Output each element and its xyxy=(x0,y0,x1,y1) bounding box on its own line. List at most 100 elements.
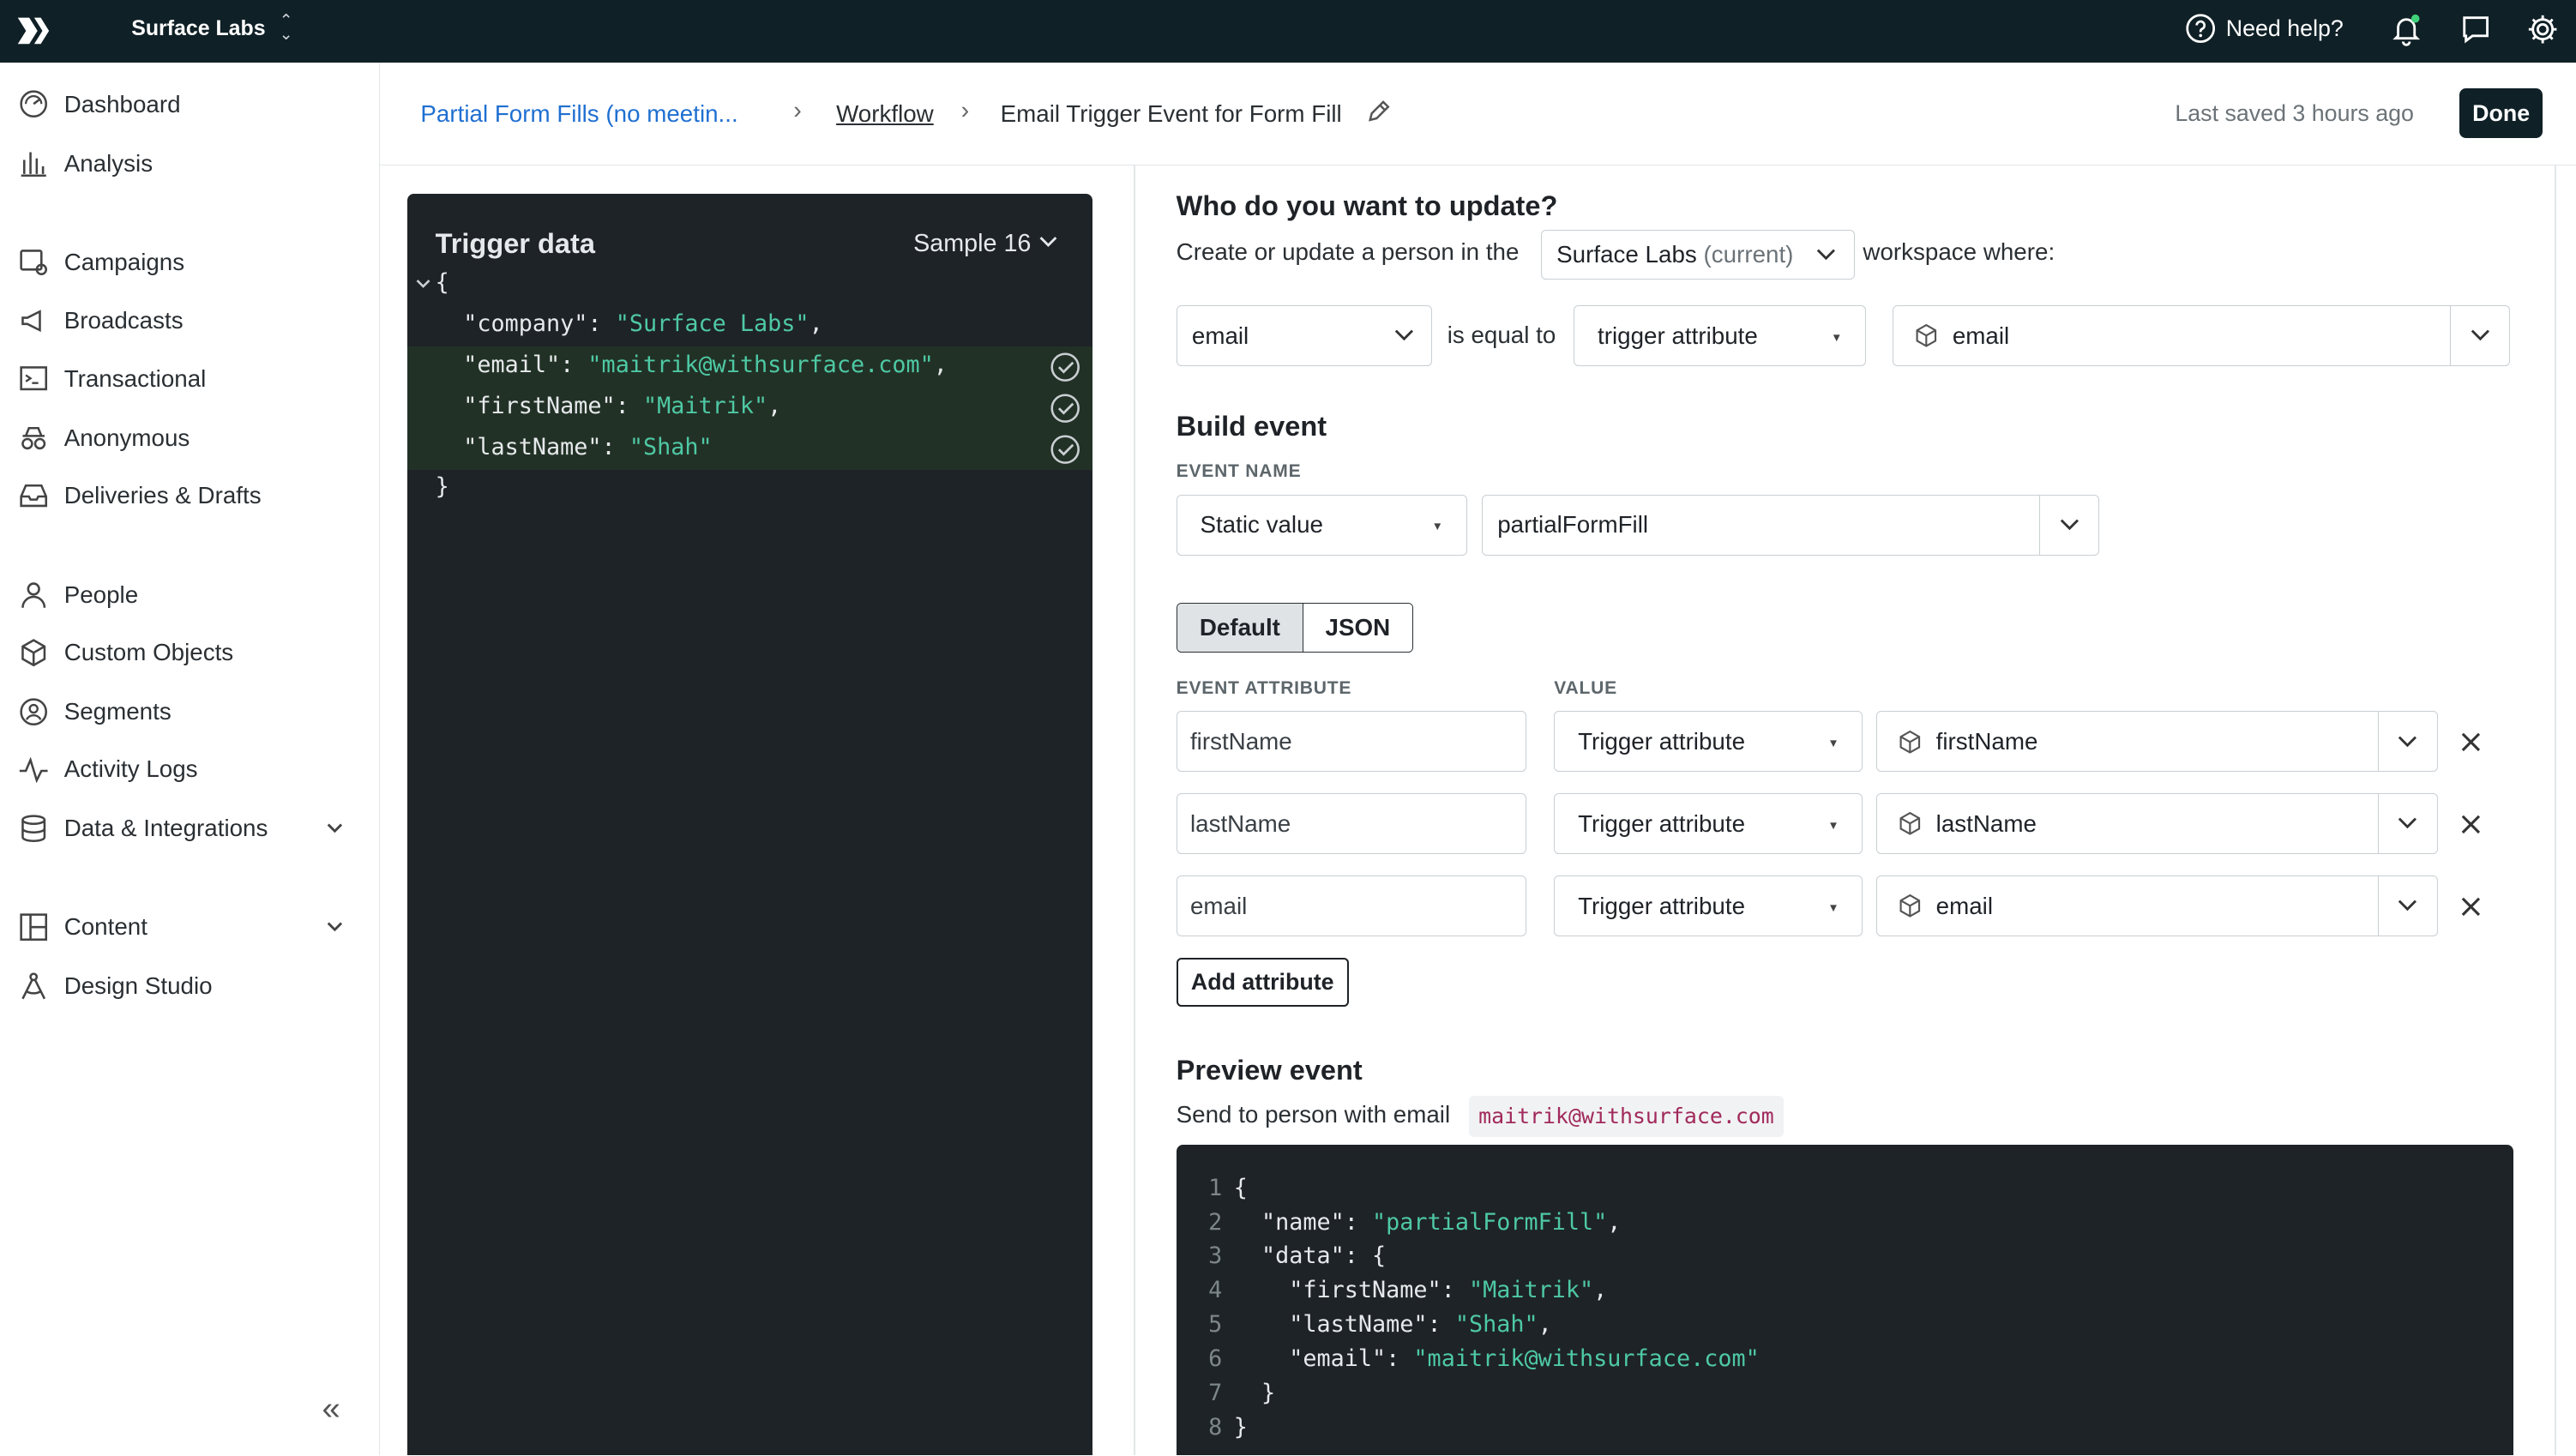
cube-icon xyxy=(1899,812,1920,836)
json-key: "company" xyxy=(463,310,588,338)
line-number: 6 xyxy=(1208,1345,1223,1372)
code-line: "lastName": "Shah", xyxy=(1233,1311,1552,1339)
trigger-data-title: Trigger data xyxy=(435,228,595,260)
sidebar-item-design-studio[interactable]: Design Studio xyxy=(18,971,363,1002)
attribute-source-value: Trigger attribute xyxy=(1578,809,1746,837)
json-row[interactable]: "lastName": "Shah" xyxy=(463,434,712,460)
attribute-value-dropdown-toggle[interactable] xyxy=(2377,876,2437,936)
chat-icon[interactable] xyxy=(2459,13,2492,45)
sidebar-item-transactional[interactable]: Transactional xyxy=(18,363,363,394)
code-line: } xyxy=(1233,1379,1276,1406)
add-attribute-button[interactable]: Add attribute xyxy=(1176,957,1349,1008)
remove-attribute-icon[interactable] xyxy=(2459,731,2483,754)
remove-attribute-icon[interactable] xyxy=(2459,895,2483,918)
event-name-mode-value: Static value xyxy=(1200,511,1323,538)
chevron-down-icon[interactable] xyxy=(323,915,346,938)
database-icon xyxy=(21,815,46,843)
deliveries-icon xyxy=(20,484,48,508)
sidebar-item-activity-logs[interactable]: Activity Logs xyxy=(18,754,363,785)
attribute-value-select[interactable]: firstName xyxy=(1875,711,2438,773)
code-line: "email": "maitrik@withsurface.com" xyxy=(1233,1345,1760,1372)
json-row[interactable]: "email": "maitrik@withsurface.com", xyxy=(463,352,948,378)
identifier-field-select[interactable]: email xyxy=(1176,305,1433,367)
analysis-icon xyxy=(21,152,46,177)
json-row[interactable]: "firstName": "Maitrik", xyxy=(463,393,781,419)
people-icon xyxy=(21,582,46,609)
scrollbar-track[interactable] xyxy=(2554,165,2556,1456)
help-icon xyxy=(2186,14,2215,44)
sample-selector[interactable]: Sample 16 xyxy=(913,230,1059,258)
attribute-source-select[interactable]: Trigger attribute ▼ xyxy=(1554,793,1863,855)
campaigns-icon xyxy=(20,250,48,276)
breadcrumb-separator-icon: › xyxy=(793,97,802,124)
gear-icon[interactable] xyxy=(2526,13,2559,45)
attribute-name-input[interactable]: email xyxy=(1176,875,1526,936)
attribute-value: firstName xyxy=(1935,727,2038,755)
bell-icon[interactable] xyxy=(2390,13,2423,46)
source-select[interactable]: trigger attribute ▼ xyxy=(1574,305,1867,367)
breadcrumb-workflow[interactable]: Workflow xyxy=(836,100,934,128)
chevron-down-icon[interactable] xyxy=(323,816,346,839)
attribute-source-select[interactable]: Trigger attribute ▼ xyxy=(1554,711,1863,773)
attribute-value-dropdown-toggle[interactable] xyxy=(2377,794,2437,854)
json-close-brace: } xyxy=(435,472,449,500)
code-line: } xyxy=(1233,1413,1248,1441)
logo-icon[interactable] xyxy=(13,11,52,51)
chevron-down-icon xyxy=(2471,329,2489,341)
who-text-after: workspace where: xyxy=(1863,238,2055,265)
sidebar-item-people[interactable]: People xyxy=(18,580,363,611)
tab-default[interactable]: Default xyxy=(1177,604,1304,652)
tab-json[interactable]: JSON xyxy=(1303,604,1412,652)
remove-attribute-icon[interactable] xyxy=(2459,813,2483,836)
sidebar-item-deliveries[interactable]: Deliveries & Drafts xyxy=(18,479,363,510)
cube-icon xyxy=(1899,894,1920,918)
sidebar-item-custom-objects[interactable]: Custom Objects xyxy=(18,637,363,668)
attribute-source-select[interactable]: Trigger attribute ▼ xyxy=(1554,875,1863,936)
value-col-label: VALUE xyxy=(1554,678,1617,699)
sidebar-item-content[interactable]: Content xyxy=(18,912,363,942)
json-key: "firstName" xyxy=(463,392,616,419)
breadcrumb-campaign[interactable]: Partial Form Fills (no meetin... xyxy=(420,100,737,128)
attribute-value-select[interactable]: lastName xyxy=(1875,793,2438,855)
top-bar: Surface Labs ⌃ ⌄ Need help? xyxy=(0,0,2576,63)
attribute-select[interactable]: email xyxy=(1892,305,2511,367)
json-value: "Shah" xyxy=(629,433,713,460)
chevron-down-icon xyxy=(2398,736,2417,747)
sidebar-item-broadcasts[interactable]: Broadcasts xyxy=(18,305,363,336)
sample-label: Sample 16 xyxy=(913,230,1032,258)
sidebar-item-data-integrations[interactable]: Data & Integrations xyxy=(18,813,363,844)
sidebar-item-segments[interactable]: Segments xyxy=(18,696,363,727)
event-name-dropdown-toggle[interactable] xyxy=(2039,495,2098,555)
line-number: 1 xyxy=(1208,1174,1223,1201)
activity-icon xyxy=(19,756,48,784)
event-name-select[interactable]: partialFormFill xyxy=(1481,494,2100,556)
attribute-dropdown-toggle[interactable] xyxy=(2450,306,2509,366)
sidebar-item-analysis[interactable]: Analysis xyxy=(18,147,363,178)
attribute-name-input[interactable]: lastName xyxy=(1176,793,1526,855)
breadcrumb-separator-icon: › xyxy=(960,97,970,124)
pencil-icon[interactable] xyxy=(1365,99,1392,125)
sidebar-item-dashboard[interactable]: Dashboard xyxy=(18,88,363,119)
sidebar-item-label: Deliveries & Drafts xyxy=(63,481,262,508)
workspace-caret-icon[interactable]: ⌃ ⌄ xyxy=(280,13,293,42)
json-value: "Maitrik" xyxy=(642,392,768,419)
attribute-value-dropdown-toggle[interactable] xyxy=(2377,712,2437,772)
dashboard-icon xyxy=(20,90,48,118)
sidebar-item-campaigns[interactable]: Campaigns xyxy=(18,246,363,277)
collapse-sidebar-icon[interactable]: « xyxy=(322,1390,340,1428)
json-row[interactable]: "company": "Surface Labs", xyxy=(463,310,823,337)
sidebar-item-label: Transactional xyxy=(63,364,207,392)
done-button[interactable]: Done xyxy=(2459,88,2543,138)
caret-down-icon: ▼ xyxy=(1827,737,1839,750)
line-number: 2 xyxy=(1208,1208,1223,1236)
attribute-value-select[interactable]: email xyxy=(1875,875,2438,936)
event-name-mode-select[interactable]: Static value ▼ xyxy=(1176,494,1467,556)
workspace-switcher[interactable]: Surface Labs xyxy=(131,16,265,41)
attribute-source-value: Trigger attribute xyxy=(1578,727,1746,755)
sidebar-item-anonymous[interactable]: Anonymous xyxy=(18,422,363,453)
workspace-select[interactable]: Surface Labs (current) xyxy=(1540,230,1855,280)
help-button[interactable]: Need help? xyxy=(2185,13,2344,44)
caret-down-icon: ▼ xyxy=(1827,900,1839,914)
attribute-name-input[interactable]: firstName xyxy=(1176,711,1526,773)
collapse-chevron-icon[interactable] xyxy=(414,274,432,292)
